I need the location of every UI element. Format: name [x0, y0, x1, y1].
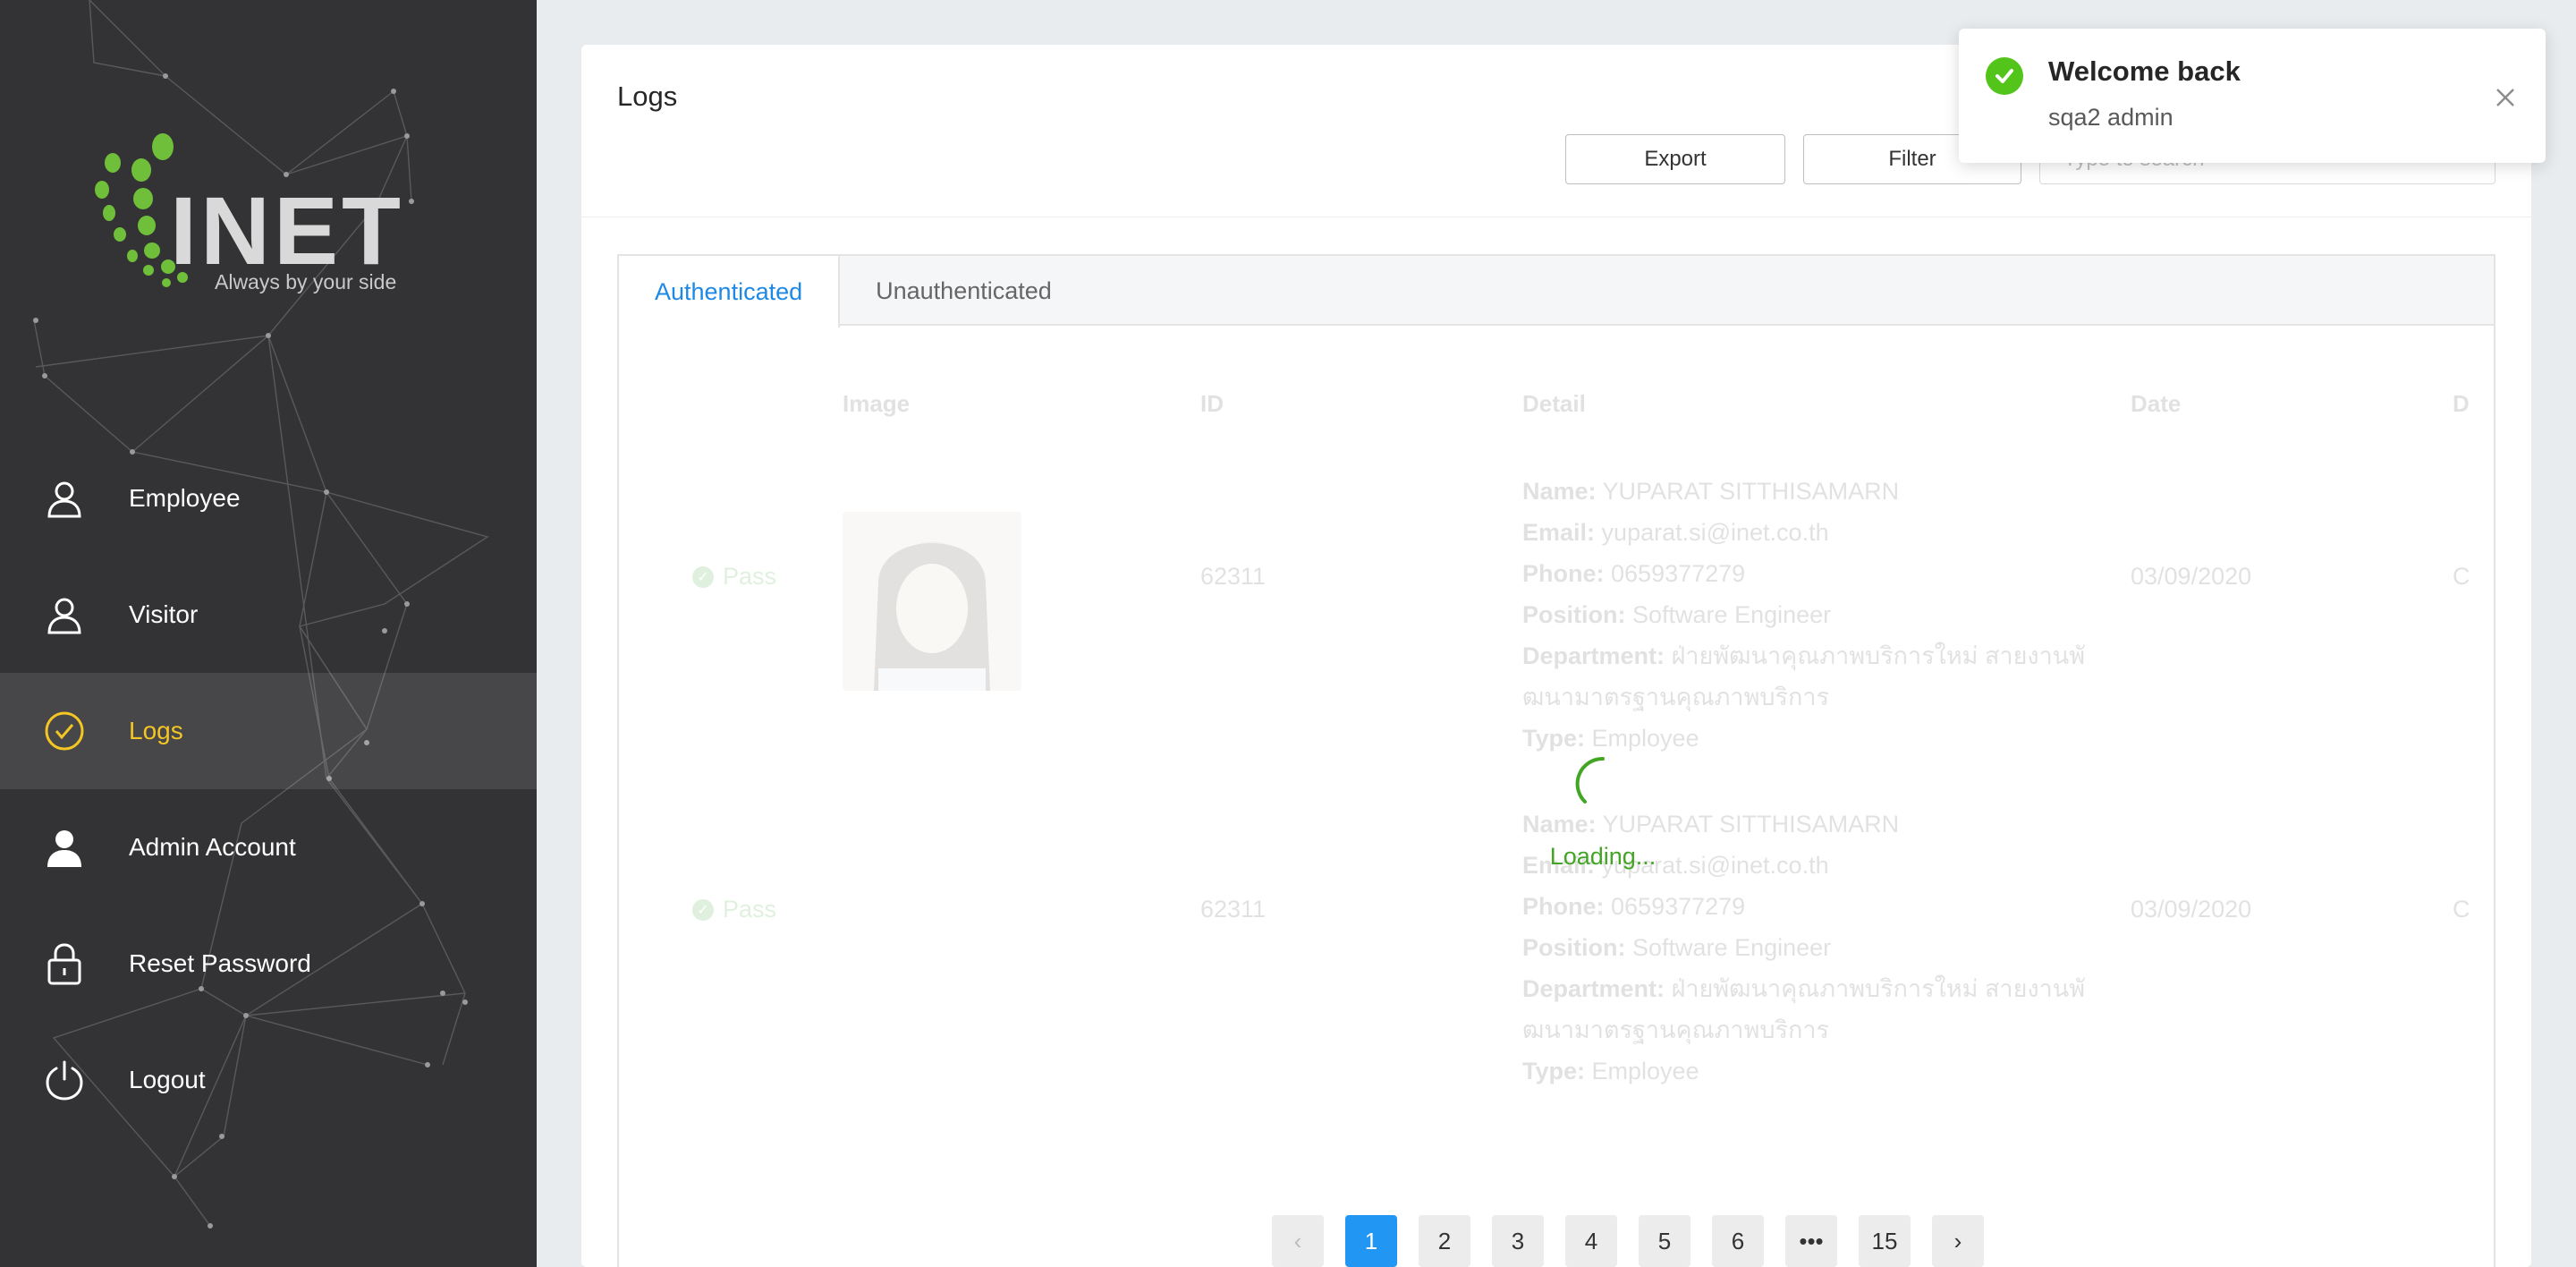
- user-filled-icon: [0, 828, 129, 867]
- user-icon: [0, 595, 129, 634]
- export-button[interactable]: Export: [1565, 134, 1785, 184]
- logs-panel: Authenticated Unauthenticated Image ID D…: [617, 254, 2496, 1267]
- sidebar-item-employee[interactable]: Employee: [0, 440, 537, 557]
- row-id: 62311: [1200, 896, 1267, 923]
- page-title: Logs: [617, 81, 678, 112]
- pagination-page-2[interactable]: 2: [1419, 1215, 1470, 1267]
- sidebar-item-label: Reset Password: [129, 949, 311, 977]
- sidebar-item-label: Logout: [129, 1066, 206, 1093]
- spinner-icon: [1575, 756, 1605, 804]
- column-header-id: ID: [1200, 390, 1224, 417]
- tab-authenticated[interactable]: Authenticated: [619, 256, 841, 327]
- row-date: 03/09/2020: [2131, 896, 2252, 923]
- power-icon: [0, 1059, 129, 1101]
- column-header-extra: D: [2453, 390, 2470, 417]
- row-extra: C: [2453, 563, 2470, 590]
- pagination-prev-button[interactable]: ‹: [1272, 1215, 1324, 1267]
- status-badge: ✓ Pass: [692, 563, 776, 591]
- lock-icon: [0, 942, 129, 985]
- tab-unauthenticated[interactable]: Unauthenticated: [840, 256, 1088, 326]
- pagination-page-15[interactable]: 15: [1859, 1215, 1911, 1267]
- sidebar-item-visitor[interactable]: Visitor: [0, 557, 537, 673]
- user-icon: [0, 479, 129, 518]
- pagination-ellipsis[interactable]: •••: [1785, 1215, 1837, 1267]
- row-date: 03/09/2020: [2131, 563, 2252, 590]
- column-header-date: Date: [2131, 390, 2182, 417]
- check-circle-icon: [0, 710, 129, 752]
- sidebar-item-label: Employee: [129, 484, 241, 512]
- close-icon[interactable]: [2492, 84, 2519, 111]
- sidebar-item-label: Admin Account: [129, 833, 296, 861]
- loading-text: Loading...: [1549, 843, 1657, 870]
- pagination-page-6[interactable]: 6: [1712, 1215, 1764, 1267]
- logs-table: Image ID Detail Date D ✓ Pass 62311 Name…: [619, 327, 2494, 1133]
- sidebar-item-logout[interactable]: Logout: [0, 1022, 537, 1138]
- loading-indicator: Loading...: [1531, 748, 1674, 871]
- pagination-page-1[interactable]: 1: [1345, 1215, 1397, 1267]
- pagination-page-3[interactable]: 3: [1492, 1215, 1544, 1267]
- pagination-next-button[interactable]: ›: [1932, 1215, 1984, 1267]
- check-icon: ✓: [692, 898, 714, 921]
- pagination-page-4[interactable]: 4: [1565, 1215, 1617, 1267]
- column-header-detail: Detail: [1522, 390, 1586, 417]
- sidebar-nav: Employee Visitor Logs Admin Account Rese…: [0, 440, 537, 1138]
- tab-bar: Authenticated Unauthenticated: [619, 256, 2494, 327]
- row-id: 62311: [1200, 563, 1267, 590]
- sidebar-item-logs[interactable]: Logs: [0, 673, 537, 789]
- sidebar-item-reset-password[interactable]: Reset Password: [0, 906, 537, 1022]
- logo-tagline: Always by your side: [215, 270, 397, 293]
- status-badge: ✓ Pass: [692, 896, 776, 923]
- check-icon: ✓: [692, 565, 714, 588]
- toast-message: sqa2 admin: [2048, 104, 2174, 131]
- row-detail: Name: YUPARAT SITTHISAMARN Email: yupara…: [1522, 478, 2086, 752]
- avatar: [843, 512, 1021, 691]
- sidebar-item-admin-account[interactable]: Admin Account: [0, 789, 537, 906]
- toast-title: Welcome back: [2048, 55, 2241, 87]
- sidebar-item-label: Visitor: [129, 600, 199, 628]
- logs-card: Logs Export Filter Type to search Authen…: [581, 45, 2531, 1267]
- column-header-image: Image: [843, 390, 911, 417]
- welcome-toast: Welcome back sqa2 admin: [1959, 29, 2546, 163]
- pagination-page-5[interactable]: 5: [1639, 1215, 1690, 1267]
- success-icon: [1986, 57, 2023, 95]
- row-extra: C: [2453, 896, 2470, 923]
- inet-logo: INET Always by your side: [89, 125, 447, 304]
- sidebar-item-label: Logs: [129, 717, 183, 744]
- sidebar: INET Always by your side Employee Visito…: [0, 0, 537, 1267]
- pagination: ‹ 1 2 3 4 5 6 ••• 15 ›: [619, 1215, 2494, 1267]
